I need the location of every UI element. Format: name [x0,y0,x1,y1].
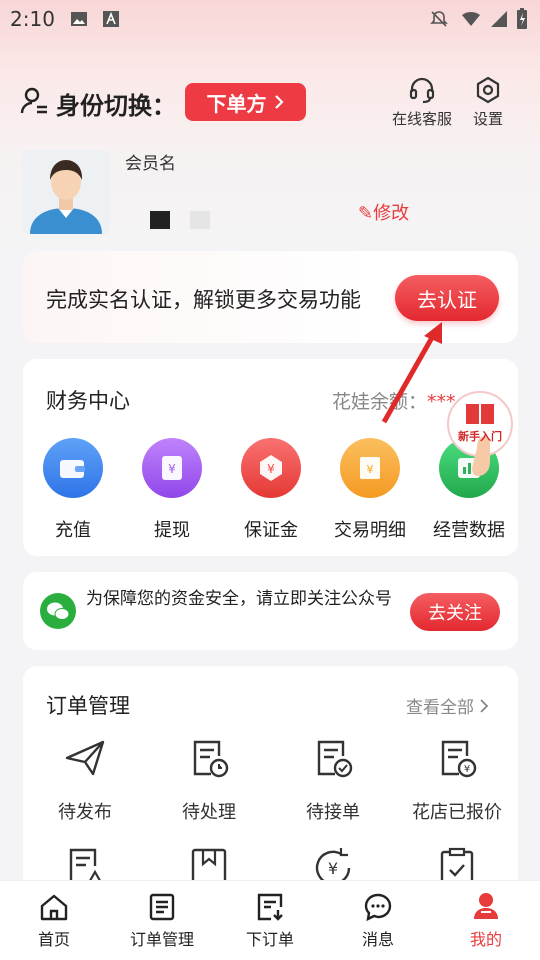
svg-text:¥: ¥ [367,463,374,476]
follow-button[interactable]: 去关注 [410,593,500,631]
order-title: 订单管理 [46,694,130,718]
order-status-to-publish[interactable]: 待发布 [23,736,147,824]
deposit-icon: ¥ [241,438,301,498]
signal-icon [491,11,507,27]
member-name: 会员名 [125,154,176,174]
order-status-pending[interactable]: 待处理 [147,736,271,824]
finance-title: 财务中心 [46,389,130,413]
quote-icon: ¥ [441,740,477,778]
guide-label: 新手入门 [458,430,502,443]
ledger-icon: ¥ [340,438,400,498]
avatar-image [22,150,110,234]
order-status-label: 待处理 [182,802,236,823]
tab-home[interactable]: 首页 [4,892,104,950]
order-list-icon [149,893,175,921]
role-button-label: 下单方 [206,91,267,116]
finance-item-label: 充值 [55,520,91,541]
identity-switch-label: 身份切换： [56,92,176,120]
wifi-icon [462,12,480,26]
home-icon [40,894,68,921]
avatar[interactable] [22,150,110,234]
verification-text: 完成实名认证，解锁更多交易功能 [46,288,361,312]
order-status-label: 待接单 [306,802,360,823]
order-status-label: 花店已报价 [412,802,502,823]
chevron-right-icon [274,95,284,109]
tab-label: 消息 [361,930,394,949]
send-icon [65,740,105,776]
redacted-block [190,211,210,229]
place-order-icon [257,893,283,921]
status-time: 2:10 [10,7,55,31]
customer-service-label: 在线客服 [391,110,452,128]
order-status-quoted[interactable]: ¥ 花店已报价 [395,736,519,824]
tab-order-management[interactable]: 订单管理 [112,892,212,950]
svg-text:¥: ¥ [168,462,176,476]
withdraw-icon: ¥ [142,438,202,498]
image-icon [71,12,87,26]
svg-text:¥: ¥ [464,764,470,775]
message-icon [364,893,392,922]
customer-service-button[interactable]: 在线客服 [387,76,457,129]
tab-mine[interactable]: 我的 [436,892,536,950]
tab-messages[interactable]: 消息 [328,892,428,950]
order-status-awaiting-acceptance[interactable]: 待接单 [271,736,395,824]
finance-item-withdraw[interactable]: ¥ 提现 [122,438,222,542]
edit-profile-link[interactable]: ✎修改 [358,199,409,225]
role-switch-button[interactable]: 下单方 [185,83,306,121]
gear-icon [476,76,500,104]
beginner-guide-button[interactable]: 新手入门 [445,390,515,486]
mute-icon [430,11,448,27]
tab-label: 下订单 [245,930,294,949]
tab-label: 我的 [469,930,502,949]
finance-item-label: 经营数据 [433,520,505,541]
wechat-icon [40,593,76,629]
battery-icon [517,8,527,29]
finance-item-deposit[interactable]: ¥ 保证金 [221,438,321,542]
wallet-icon [43,438,103,498]
finance-item-label: 交易明细 [334,520,406,541]
order-status-label: 待发布 [58,802,112,823]
tab-place-order[interactable]: 下订单 [220,892,320,950]
headset-icon [409,77,435,104]
finance-item-transactions[interactable]: ¥ 交易明细 [320,438,420,542]
chevron-right-icon [480,699,489,713]
tab-label: 首页 [37,930,70,949]
edit-icon: ✎ [358,203,374,224]
redacted-block [150,211,170,229]
identity-switch-icon [20,87,47,114]
accept-icon [317,740,353,778]
tab-label: 订单管理 [129,930,194,949]
view-all-link[interactable]: 查看全部 [406,693,489,718]
edit-label: 修改 [373,203,410,224]
profile-icon [474,893,498,919]
settings-button[interactable]: 设置 [453,76,523,129]
finance-item-recharge[interactable]: 充值 [23,438,123,542]
font-icon [103,11,119,27]
svg-text:¥: ¥ [328,859,338,878]
finance-item-label: 保证金 [244,520,298,541]
verify-button[interactable]: 去认证 [395,275,499,321]
wechat-notice: 为保障您的资金安全，请立即关注公众号 [86,589,392,609]
svg-text:¥: ¥ [267,462,275,476]
finance-item-label: 提现 [154,520,190,541]
view-all-label: 查看全部 [406,698,474,718]
guide-arrow [381,322,442,424]
pending-icon [193,740,229,778]
status-bar: 2:10 [0,0,540,40]
settings-label: 设置 [472,110,503,128]
